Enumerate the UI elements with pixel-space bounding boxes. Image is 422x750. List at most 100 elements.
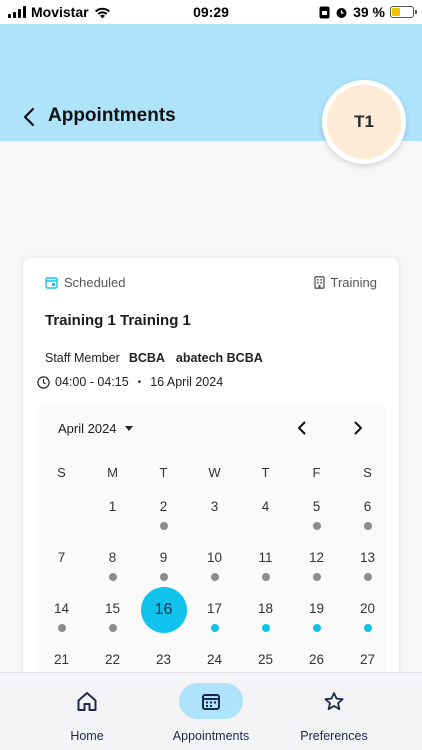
type-badge: Training [313,275,377,290]
calendar-day[interactable]: 1 [87,498,138,538]
event-indicator-dot [108,624,117,632]
lock-rotation-icon [319,6,330,18]
wifi-icon [94,7,110,18]
day-number: 23 [155,652,172,667]
calendar-day[interactable]: 15 [87,600,138,640]
event-indicator-dot [363,522,372,530]
calendar-day[interactable]: 3 [189,498,240,538]
caret-down-icon [124,426,133,431]
day-number: 5 [312,499,321,514]
battery-icon [389,6,417,18]
nav-item-home[interactable]: Home [55,673,119,750]
calendar-day[interactable]: 7 [36,549,87,589]
weekday-label: F [312,465,321,480]
day-number: 8 [108,550,117,565]
day-number: 26 [308,652,325,667]
day-number: 16 [140,587,187,633]
back-button[interactable] [18,104,40,130]
staff-row: Staff Member BCBA abatech BCBA [45,351,263,365]
bottom-nav: Home Appointments Preferences [0,672,422,750]
chevron-left-icon [297,421,305,435]
next-month-button[interactable] [348,417,368,439]
event-indicator-dot [312,624,321,632]
calendar: April 2024 SMTWTFS 1 2 3 4 5 6 7 8 9 10 11 12 13 14 15… [36,403,386,688]
calendar-day[interactable]: 13 [342,549,393,589]
time-row: 04:00 - 04:15 • 16 April 2024 [37,375,223,389]
day-number: 20 [359,601,376,616]
status-bar: Movistar 09:29 39 % [0,0,422,24]
day-number: 17 [206,601,223,616]
type-label: Training [330,275,377,290]
weekday-label: M [107,465,118,480]
calendar-day[interactable]: 4 [240,498,291,538]
day-number: 13 [359,550,376,565]
day-number: 14 [53,601,70,616]
carrier-name: Movistar [31,4,89,20]
prev-month-button[interactable] [291,417,311,439]
day-number: 18 [257,601,274,616]
day-number: 10 [206,550,223,565]
appointment-card[interactable]: Scheduled Training Training 1 Training 1… [23,258,399,688]
calendar-day[interactable]: 20 [342,600,393,640]
battery-percent: 39 % [353,4,385,20]
event-indicator-dot [159,522,168,530]
nav-item-appointments[interactable]: Appointments [163,673,259,750]
day-number: 25 [257,652,274,667]
month-selector[interactable]: April 2024 [58,421,133,436]
page-title: Appointments [48,105,176,126]
weekday-header: SMTWTFS [36,465,386,480]
staff-label: Staff Member [45,351,120,365]
calendar-day[interactable]: 11 [240,549,291,589]
calendar-icon [45,277,58,289]
day-number: 6 [363,499,372,514]
calendar-day [36,498,87,538]
day-number: 24 [206,652,223,667]
day-number: 15 [104,601,121,616]
day-number: 7 [57,550,66,565]
calendar-day[interactable]: 19 [291,600,342,640]
day-number: 9 [159,550,168,565]
calendar-day[interactable]: 12 [291,549,342,589]
calendar-day[interactable]: 2 [138,498,189,538]
time-range: 04:00 - 04:15 [55,375,129,389]
weekday-label: T [159,465,168,480]
status-badge: Scheduled [45,275,125,290]
event-indicator-dot [312,573,321,581]
month-label: April 2024 [58,421,117,436]
day-number: 1 [108,499,117,514]
calendar-day-selected[interactable]: 16 [138,587,189,640]
calendar-day[interactable]: 18 [240,600,291,640]
appointment-title: Training 1 Training 1 [45,312,191,329]
calendar-day[interactable]: 5 [291,498,342,538]
day-number: 3 [210,499,219,514]
event-indicator-dot [261,573,270,581]
staff-role: BCBA [128,351,165,365]
calendar-day[interactable]: 10 [189,549,240,589]
staff-name: abatech BCBA [175,351,263,365]
home-icon [77,691,97,711]
weekday-label: S [57,465,66,480]
day-number: 27 [359,652,376,667]
status-label: Scheduled [64,275,126,290]
chevron-right-icon [354,421,362,435]
calendar-day[interactable]: 8 [87,549,138,589]
calendar-day[interactable]: 14 [36,600,87,640]
event-indicator-dot [210,573,219,581]
calendar-day[interactable]: 6 [342,498,393,538]
weekday-label: T [261,465,270,480]
calendar-day[interactable]: 9 [138,549,189,589]
day-number: 11 [258,550,273,565]
weekday-label: W [208,465,221,480]
signal-icon [8,6,26,18]
event-indicator-dot [108,573,117,581]
calendar-day[interactable]: 17 [189,600,240,640]
day-number: 21 [53,652,70,667]
avatar[interactable]: T1 [322,80,406,164]
event-indicator-dot [312,522,321,530]
event-indicator-dot [363,624,372,632]
alarm-icon [336,7,347,18]
day-number: 4 [261,499,270,514]
status-time: 09:29 [193,4,229,20]
event-indicator-dot [57,624,66,632]
nav-item-preferences[interactable]: Preferences [292,673,376,750]
